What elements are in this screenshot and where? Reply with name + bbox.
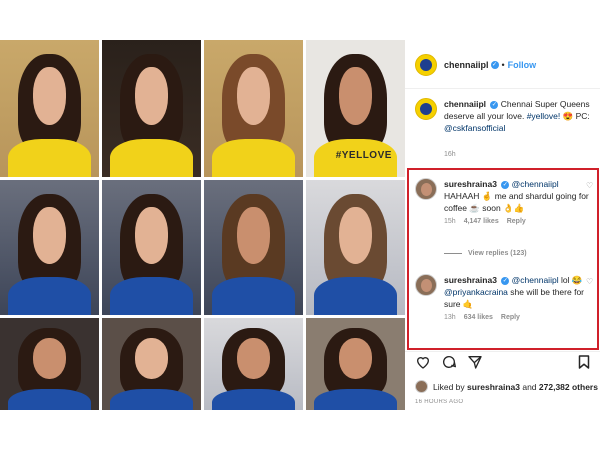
photo-tile <box>204 318 303 410</box>
comment-text: HAHAAH 🤞 me and shardul going for coffee… <box>444 191 589 213</box>
comment-item: sureshraina3 ✓ @chennaiipl lol 😂 @priyan… <box>415 274 595 321</box>
avatar[interactable] <box>415 178 437 200</box>
photo-collage[interactable]: #YELLOVE <box>0 40 405 410</box>
likes-prefix: Liked by <box>433 381 465 392</box>
divider <box>405 351 600 352</box>
likes-count[interactable]: 272,382 others <box>539 382 598 392</box>
photo-tile <box>204 180 303 315</box>
caption-emoji: 😍 <box>562 111 574 121</box>
photo-tile <box>102 180 201 315</box>
mention-link[interactable]: @chennaiipl <box>512 275 559 285</box>
comment-icon[interactable] <box>441 354 457 370</box>
comment-meta: 15h 4,147 likes Reply <box>444 218 595 225</box>
verified-icon: ✓ <box>501 180 510 189</box>
view-replies-label: View replies (123) <box>468 250 527 257</box>
mention-link[interactable]: @cskfansofficial <box>444 123 505 133</box>
photo-tile <box>102 318 201 410</box>
heart-icon[interactable]: ♡ <box>586 182 594 190</box>
action-bar <box>415 354 483 370</box>
photo-tile <box>306 180 405 315</box>
heart-icon[interactable] <box>415 354 431 370</box>
share-icon[interactable] <box>467 354 483 370</box>
follow-button[interactable]: Follow <box>508 60 537 70</box>
photo-tile <box>306 318 405 410</box>
avatar[interactable] <box>415 380 428 393</box>
mention-link-2[interactable]: @priyankacraina <box>444 287 508 297</box>
photo-tile <box>0 40 99 177</box>
verified-icon: ✓ <box>490 100 499 109</box>
comment-likes[interactable]: 4,147 likes <box>464 218 499 225</box>
verified-icon: ✓ <box>490 61 499 69</box>
photo-tile: #YELLOVE <box>306 40 405 177</box>
photo-tile <box>102 40 201 177</box>
caption-text-2: PC: <box>575 111 590 121</box>
verified-icon: ✓ <box>501 276 510 285</box>
hashtag-link[interactable]: #yellove! <box>527 111 561 121</box>
comment-time[interactable]: 13h <box>444 314 456 321</box>
view-replies-button[interactable]: View replies (123) <box>444 250 527 257</box>
header-username[interactable]: chennaiipl <box>444 60 489 70</box>
post-header: chennaiipl ✓ • Follow <box>415 50 600 80</box>
divider <box>405 88 600 89</box>
comment-item: sureshraina3 ✓ @chennaiipl HAHAAH 🤞 me a… <box>415 178 595 225</box>
comment-text: lol <box>560 275 570 285</box>
reply-button[interactable]: Reply <box>507 218 526 225</box>
likes-summary: Liked by sureshraina3 and 272,382 others <box>415 380 598 393</box>
comment-username[interactable]: sureshraina3 <box>444 179 497 189</box>
comment-likes[interactable]: 634 likes <box>464 314 493 321</box>
reply-button[interactable]: Reply <box>501 314 520 321</box>
caption-username[interactable]: chennaiipl <box>444 99 486 109</box>
likes-user[interactable]: sureshraina3 <box>467 382 520 392</box>
mention-link[interactable]: @chennaiipl <box>512 179 559 189</box>
photo-tile <box>0 180 99 315</box>
shirt-text: #YELLOVE <box>335 149 392 161</box>
separator-dot: • <box>501 60 505 70</box>
bookmark-icon[interactable] <box>578 354 590 370</box>
comment-emoji: 😂 <box>571 275 583 285</box>
photo-tile <box>204 40 303 177</box>
avatar[interactable] <box>415 54 437 76</box>
avatar[interactable] <box>415 274 437 296</box>
post-timestamp[interactable]: 16 HOURS AGO <box>415 399 463 407</box>
caption-time[interactable]: 16h <box>444 151 456 158</box>
avatar[interactable] <box>415 98 437 120</box>
comment-meta: 13h 634 likes Reply <box>444 314 595 321</box>
post-caption: chennaiipl ✓ Chennai Super Queens deserv… <box>415 98 595 134</box>
comment-username[interactable]: sureshraina3 <box>444 275 497 285</box>
post-panel: chennaiipl ✓ • Follow chennaiipl ✓ Chenn… <box>405 40 600 410</box>
photo-tile <box>0 318 99 410</box>
comment-time[interactable]: 15h <box>444 218 456 225</box>
likes-middle: and <box>522 381 537 392</box>
heart-icon[interactable]: ♡ <box>586 278 594 286</box>
